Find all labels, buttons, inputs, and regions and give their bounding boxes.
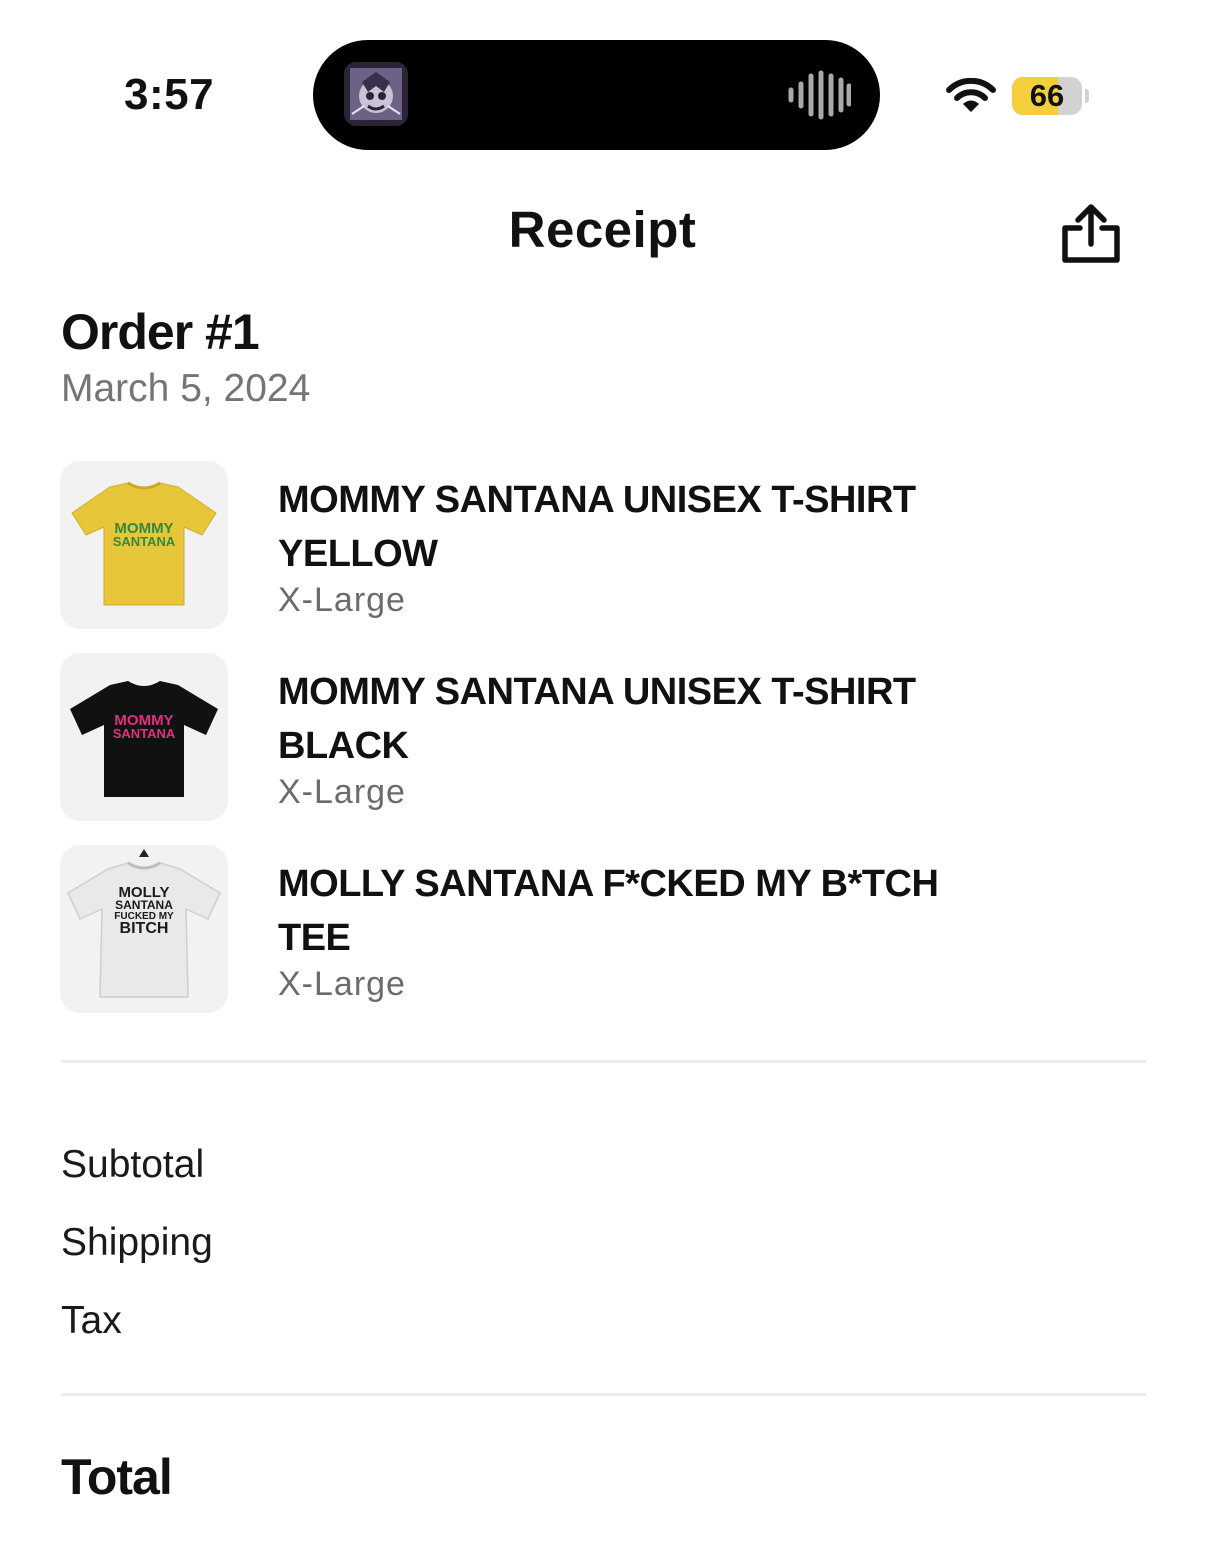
share-icon: [1062, 204, 1120, 263]
tax-label: Tax: [61, 1299, 122, 1342]
item-name: MOMMY SANTANA UNISEX T-SHIRT BLACK: [278, 671, 916, 767]
album-art-icon: [344, 62, 408, 126]
wifi-icon: [946, 77, 996, 119]
page-title: Receipt: [508, 201, 697, 258]
shirt-print-line: SANTANA: [115, 898, 173, 912]
total-label: Total: [61, 1449, 173, 1505]
item-name: MOMMY SANTANA UNISEX T-SHIRT YELLOW: [278, 479, 916, 575]
item-size: X-Large: [278, 965, 406, 1003]
order-number: Order #1: [61, 304, 260, 360]
share-button[interactable]: [1058, 203, 1124, 265]
list-item[interactable]: MOLLY SANTANA FUCKED MY BITCH MOLLY SANT…: [60, 845, 1060, 1013]
divider: [61, 1393, 1146, 1396]
item-size: X-Large: [278, 773, 406, 811]
shirt-print-line: SANTANA: [113, 726, 176, 741]
item-name: MOLLY SANTANA F*CKED MY B*TCH TEE: [278, 863, 939, 959]
dynamic-island[interactable]: [313, 40, 880, 150]
product-thumbnail: MOMMY SANTANA: [60, 461, 228, 629]
divider: [61, 1060, 1146, 1063]
order-date: March 5, 2024: [61, 367, 311, 410]
battery-level: 66: [1029, 78, 1065, 113]
product-thumbnail: MOLLY SANTANA FUCKED MY BITCH: [60, 845, 228, 1013]
shirt-print-line: BITCH: [120, 920, 169, 937]
list-item[interactable]: MOMMY SANTANA MOMMY SANTANA UNISEX T-SHI…: [60, 461, 1060, 629]
status-bar-time: 3:57: [124, 70, 215, 119]
battery-cap: [1085, 89, 1089, 103]
shipping-label: Shipping: [61, 1221, 213, 1264]
audio-waveform-icon: [787, 70, 852, 125]
shirt-print-line: SANTANA: [113, 534, 176, 549]
item-size: X-Large: [278, 581, 406, 619]
product-thumbnail: MOMMY SANTANA: [60, 653, 228, 821]
battery-icon: 66: [1012, 77, 1082, 115]
list-item[interactable]: MOMMY SANTANA MOMMY SANTANA UNISEX T-SHI…: [60, 653, 1060, 821]
subtotal-label: Subtotal: [61, 1143, 205, 1186]
